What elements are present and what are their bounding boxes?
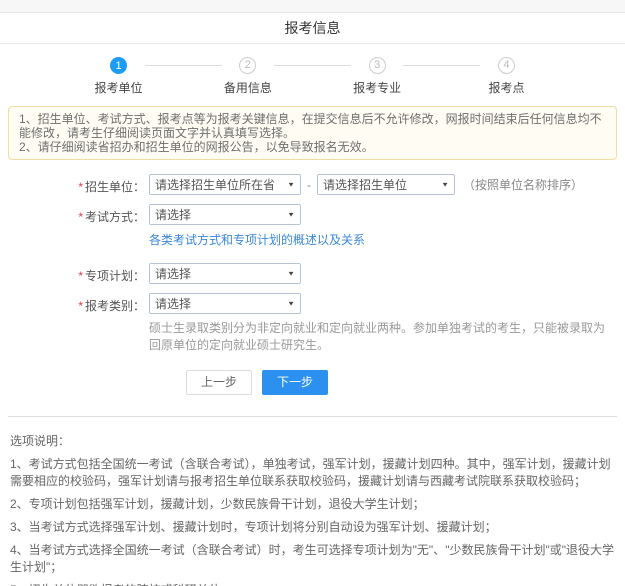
unit-label: 招生单位： [85,180,145,194]
warning-notice: 1、招生单位、考试方式、报考点等为报考关键信息，在提交信息后不允许修改，网报时间… [8,106,617,160]
notice-line-2: 2、请仔细阅读省招办和招生单位的网报公告，以免导致报名无效。 [19,140,606,154]
unit-province-select[interactable]: 请选择招生单位所在省（ ▼ [149,174,301,195]
form-row-exam-method: *考试方式： 请选择 ▼ 各类考试方式和专项计划的概述以及关系 [0,204,625,254]
step-1-label: 报考单位 [94,79,142,96]
previous-step-button[interactable]: 上一步 [186,370,252,395]
note-item-3: 3、当考试方式选择强军计划、援藏计划时，专项计划将分别自动设为强军计划、援藏计划… [10,519,615,536]
unit-sort-hint: （按照单位名称排序） [463,176,583,193]
exam-method-select[interactable]: 请选择 ▼ [149,204,301,225]
step-2-circle: 2 [239,57,256,74]
chevron-down-icon: ▼ [441,181,449,188]
step-3-major: 3 报考专业 [351,57,403,96]
form-row-category: *报考类别： 请选择 ▼ 硕士生录取类别分为非定向就业和定向就业两种。参加单独考… [0,293,625,354]
step-indicator: 1 报考单位 2 备用信息 3 报考专业 4 报考点 [93,44,533,96]
required-asterisk: * [78,269,83,283]
required-asterisk: * [78,180,83,194]
exam-method-overview-link[interactable]: 各类考试方式和专项计划的概述以及关系 [149,231,365,248]
top-strip [0,0,625,13]
page-title: 报考信息 [0,13,625,44]
category-help-text: 硕士生录取类别分为非定向就业和定向就业两种。参加单独考试的考生，只能被录取为回原… [149,320,611,354]
select-separator: - [307,178,311,192]
notice-line-1: 1、招生单位、考试方式、报考点等为报考关键信息，在提交信息后不允许修改，网报时间… [19,112,606,140]
exam-method-label: 考试方式： [85,210,145,224]
step-connector [403,65,480,66]
option-instructions: 选项说明： 1、考试方式包括全国统一考试（含联合考试），单独考试，强军计划，援藏… [0,417,625,586]
notes-title: 选项说明： [10,433,615,450]
step-4-exam-site: 4 报考点 [480,57,532,96]
step-connector [274,65,351,66]
step-1-circle: 1 [110,57,127,74]
required-asterisk: * [78,210,83,224]
category-label: 报考类别： [85,299,145,313]
step-3-circle: 3 [369,57,386,74]
step-4-circle: 4 [498,57,515,74]
category-select[interactable]: 请选择 ▼ [149,293,301,314]
registration-form: *招生单位： 请选择招生单位所在省（ ▼ - 请选择招生单位 ▼ （按照单位名称… [0,160,625,395]
next-step-button[interactable]: 下一步 [262,370,328,395]
note-item-5: 5、招生单位即欲报考的院校或科研单位； [10,582,615,586]
special-plan-label: 专项计划： [85,269,145,283]
chevron-down-icon: ▼ [287,181,295,188]
step-4-label: 报考点 [488,79,524,96]
form-row-special-plan: *专项计划： 请选择 ▼ [0,263,625,284]
step-3-label: 报考专业 [353,79,401,96]
step-1-unit: 1 报考单位 [93,57,145,96]
registration-page: 报考信息 1 报考单位 2 备用信息 3 报考专业 4 报考点 1、招生单位、考… [0,0,625,586]
special-plan-select[interactable]: 请选择 ▼ [149,263,301,284]
note-item-1: 1、考试方式包括全国统一考试（含联合考试），单独考试，强军计划，援藏计划四种。其… [10,456,615,490]
chevron-down-icon: ▼ [287,270,295,277]
step-2-backup-info: 2 备用信息 [222,57,274,96]
chevron-down-icon: ▼ [287,211,295,218]
note-item-4: 4、当考试方式选择全国统一考试（含联合考试）时，考生可选择专项计划为"无"、"少… [10,542,615,576]
note-item-2: 2、专项计划包括强军计划，援藏计划，少数民族骨干计划，退役大学生计划； [10,496,615,513]
step-connector [145,65,222,66]
unit-select[interactable]: 请选择招生单位 ▼ [317,174,455,195]
chevron-down-icon: ▼ [287,300,295,307]
required-asterisk: * [78,299,83,313]
step-2-label: 备用信息 [224,79,272,96]
form-row-unit: *招生单位： 请选择招生单位所在省（ ▼ - 请选择招生单位 ▼ （按照单位名称… [0,174,625,195]
form-actions: 上一步 下一步 [186,370,625,395]
